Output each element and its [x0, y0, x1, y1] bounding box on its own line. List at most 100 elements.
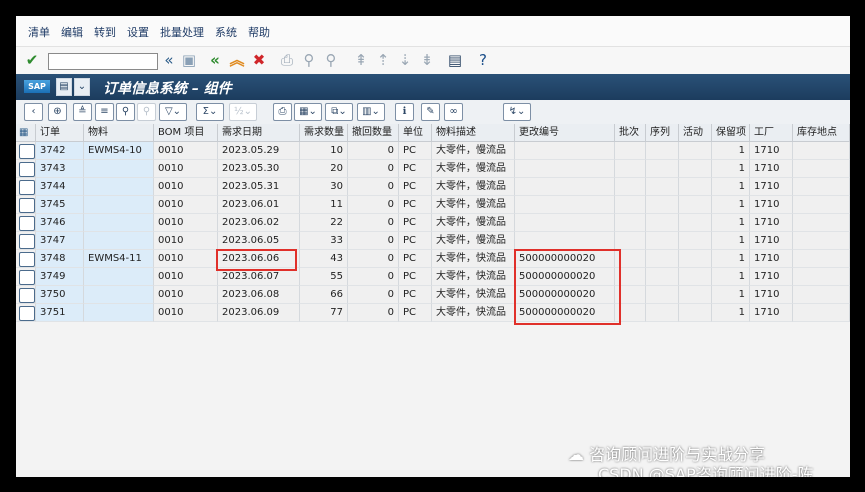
cell-unit[interactable]: PC	[399, 142, 432, 160]
cell-plant[interactable]: 1710	[750, 268, 793, 286]
cell-bom[interactable]: 0010	[154, 250, 218, 268]
col-material[interactable]: 物料	[84, 124, 154, 142]
cell-date[interactable]: 2023.05.29	[218, 142, 300, 160]
row-selector[interactable]	[16, 142, 36, 160]
first-page-icon[interactable]: ⇞	[352, 51, 370, 69]
cell-unit[interactable]: PC	[399, 232, 432, 250]
cell-serial[interactable]	[646, 232, 679, 250]
menu-edit[interactable]: 编辑	[61, 24, 83, 40]
col-order[interactable]: 订单	[36, 124, 84, 142]
cell-material[interactable]	[84, 232, 154, 250]
search-next-icon[interactable]: ⚲	[137, 103, 156, 121]
cell-change[interactable]	[515, 142, 615, 160]
cell-plant[interactable]: 1710	[750, 160, 793, 178]
cell-serial[interactable]	[646, 250, 679, 268]
cell-serial[interactable]	[646, 268, 679, 286]
cell-unit[interactable]: PC	[399, 178, 432, 196]
cell-plant[interactable]: 1710	[750, 304, 793, 322]
cell-material[interactable]	[84, 268, 154, 286]
col-batch[interactable]: 批次	[615, 124, 646, 142]
menu-settings[interactable]: 设置	[127, 24, 149, 40]
cell-wd[interactable]: 0	[348, 178, 399, 196]
row-checkbox[interactable]	[19, 198, 35, 213]
menu-batch[interactable]: 批量处理	[160, 24, 204, 40]
cell-order[interactable]: 3744	[36, 178, 84, 196]
cell-batch[interactable]	[615, 232, 646, 250]
cell-unit[interactable]: PC	[399, 250, 432, 268]
cell-req[interactable]: 77	[300, 304, 348, 322]
cell-batch[interactable]	[615, 142, 646, 160]
cell-order[interactable]: 3745	[36, 196, 84, 214]
row-checkbox[interactable]	[19, 144, 35, 159]
print-icon[interactable]: ⎙	[278, 51, 296, 69]
cell-sloc[interactable]	[793, 214, 850, 232]
cell-material[interactable]	[84, 196, 154, 214]
row-checkbox[interactable]	[19, 234, 35, 249]
cell-serial[interactable]	[646, 160, 679, 178]
cell-change[interactable]	[515, 196, 615, 214]
cell-unit[interactable]: PC	[399, 160, 432, 178]
cell-sloc[interactable]	[793, 178, 850, 196]
cell-date[interactable]: 2023.06.09	[218, 304, 300, 322]
cell-sloc[interactable]	[793, 160, 850, 178]
cell-req[interactable]: 10	[300, 142, 348, 160]
cell-serial[interactable]	[646, 178, 679, 196]
cell-date[interactable]: 2023.06.08	[218, 286, 300, 304]
cell-material[interactable]: EWMS4-11	[84, 250, 154, 268]
cell-sloc[interactable]	[793, 196, 850, 214]
cell-change[interactable]	[515, 178, 615, 196]
cell-req[interactable]: 20	[300, 160, 348, 178]
cell-bom[interactable]: 0010	[154, 178, 218, 196]
row-checkbox[interactable]	[19, 288, 35, 303]
cell-change[interactable]	[515, 232, 615, 250]
menu-system[interactable]: 系统	[215, 24, 237, 40]
cell-change[interactable]	[515, 160, 615, 178]
cell-res[interactable]: 1	[712, 178, 750, 196]
cell-activity[interactable]	[679, 304, 712, 322]
col-description[interactable]: 物料描述	[432, 124, 515, 142]
cell-date[interactable]: 2023.06.01	[218, 196, 300, 214]
cell-bom[interactable]: 0010	[154, 268, 218, 286]
cell-wd[interactable]: 0	[348, 268, 399, 286]
cell-desc[interactable]: 大零件，快流品	[432, 304, 515, 322]
cell-serial[interactable]	[646, 196, 679, 214]
cell-date[interactable]: 2023.06.02	[218, 214, 300, 232]
col-unit[interactable]: 单位	[399, 124, 432, 142]
col-storage-location[interactable]: 库存地点	[793, 124, 850, 142]
find-next-icon[interactable]: ⚲	[322, 51, 340, 69]
command-field[interactable]	[48, 53, 158, 70]
cell-desc[interactable]: 大零件，慢流品	[432, 214, 515, 232]
print-preview-icon[interactable]: ⎙	[273, 103, 292, 121]
cell-desc[interactable]: 大零件，慢流品	[432, 178, 515, 196]
cell-order[interactable]: 3743	[36, 160, 84, 178]
cell-sloc[interactable]	[793, 142, 850, 160]
cell-req[interactable]: 11	[300, 196, 348, 214]
details-icon[interactable]: ⊕	[48, 103, 67, 121]
next-page-icon[interactable]: ⇣	[396, 51, 414, 69]
back-double-icon[interactable]: «	[160, 51, 178, 69]
cell-req[interactable]: 43	[300, 250, 348, 268]
cell-batch[interactable]	[615, 196, 646, 214]
cell-plant[interactable]: 1710	[750, 214, 793, 232]
cell-res[interactable]: 1	[712, 250, 750, 268]
col-withdrawn-qty[interactable]: 撤回数量	[348, 124, 399, 142]
cell-wd[interactable]: 0	[348, 286, 399, 304]
gui-options-icon[interactable]: ▤	[56, 78, 72, 96]
cell-batch[interactable]	[615, 160, 646, 178]
row-selector[interactable]	[16, 286, 36, 304]
cell-activity[interactable]	[679, 214, 712, 232]
sort-ascending-icon[interactable]: ≜	[73, 103, 92, 121]
sort-descending-icon[interactable]: ≡	[95, 103, 114, 121]
cell-batch[interactable]	[615, 178, 646, 196]
cell-unit[interactable]: PC	[399, 196, 432, 214]
row-selector[interactable]	[16, 304, 36, 322]
glasses-icon[interactable]: ∞	[444, 103, 463, 121]
cell-res[interactable]: 1	[712, 268, 750, 286]
cell-sloc[interactable]	[793, 304, 850, 322]
menu-list[interactable]: 清单	[28, 24, 50, 40]
find-icon[interactable]: ⚲	[300, 51, 318, 69]
row-selector[interactable]	[16, 214, 36, 232]
cell-activity[interactable]	[679, 142, 712, 160]
cell-serial[interactable]	[646, 142, 679, 160]
new-window-icon[interactable]: ▤	[446, 51, 464, 69]
